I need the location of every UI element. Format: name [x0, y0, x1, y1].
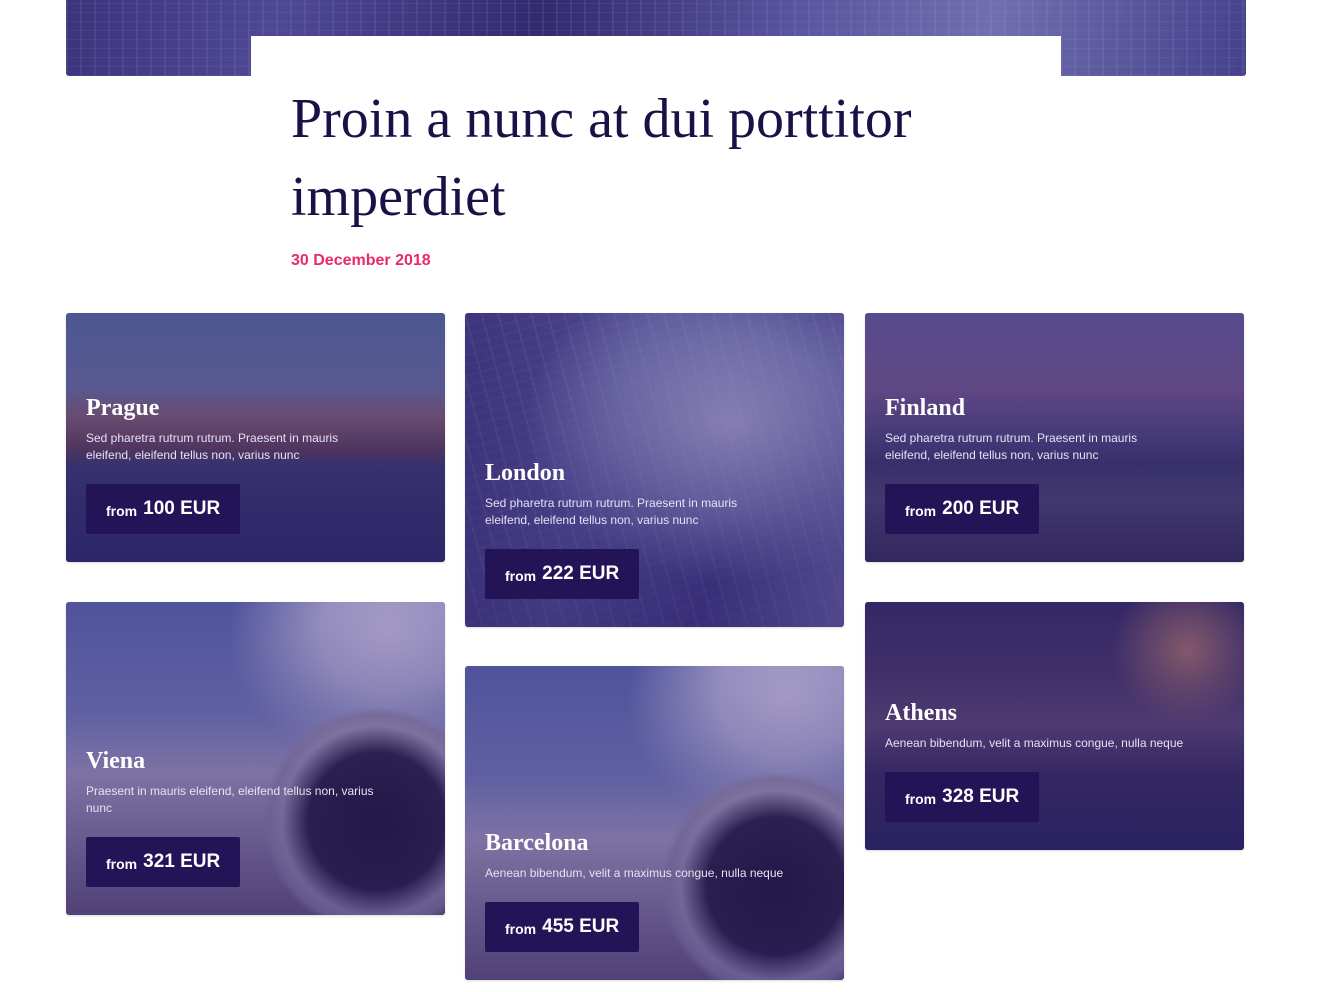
price-value: 100 EUR	[143, 498, 221, 519]
price-value: 328 EUR	[942, 786, 1020, 807]
post-date: 30 December 2018	[291, 252, 431, 269]
price-from-label: from	[106, 855, 138, 872]
card-content: Viena Praesent in mauris eleifend, eleif…	[86, 747, 425, 887]
destination-card-viena[interactable]: Viena Praesent in mauris eleifend, eleif…	[66, 602, 445, 915]
price-value: 455 EUR	[542, 916, 620, 937]
price-button[interactable]: from 100 EUR	[86, 484, 241, 534]
card-city: Prague	[86, 395, 160, 421]
price-from-label: from	[505, 567, 537, 584]
card-city: Barcelona	[485, 830, 589, 856]
card-description: Sed pharetra rutrum rutrum. Praesent in …	[485, 496, 738, 527]
card-description: Praesent in mauris eleifend, eleifend te…	[86, 784, 374, 815]
price-button[interactable]: from 222 EUR	[485, 549, 640, 599]
price-button[interactable]: from 200 EUR	[885, 484, 1040, 534]
card-description: Aenean bibendum, velit a maximus congue,…	[885, 736, 1184, 750]
price-button[interactable]: from 321 EUR	[86, 837, 241, 887]
card-content: Prague Sed pharetra rutrum rutrum. Praes…	[86, 394, 425, 534]
price-button[interactable]: from 455 EUR	[485, 902, 640, 952]
destination-card-london[interactable]: London Sed pharetra rutrum rutrum. Praes…	[465, 313, 844, 627]
price-button[interactable]: from 328 EUR	[885, 772, 1040, 822]
card-city: Viena	[86, 748, 146, 774]
price-value: 321 EUR	[143, 851, 221, 872]
destination-card-barcelona[interactable]: Barcelona Aenean bibendum, velit a maxim…	[465, 666, 844, 980]
card-content: Athens Aenean bibendum, velit a maximus …	[885, 699, 1224, 822]
card-city: Finland	[885, 395, 966, 421]
price-value: 200 EUR	[942, 498, 1020, 519]
card-content: Finland Sed pharetra rutrum rutrum. Prae…	[885, 394, 1224, 534]
price-from-label: from	[106, 502, 138, 519]
card-city: Athens	[885, 700, 958, 726]
page-title: Proin a nunc at dui porttitor imperdiet	[291, 88, 912, 228]
card-description: Sed pharetra rutrum rutrum. Praesent in …	[885, 431, 1138, 462]
price-from-label: from	[905, 790, 937, 807]
destination-card-finland[interactable]: Finland Sed pharetra rutrum rutrum. Prae…	[865, 313, 1244, 562]
card-content: London Sed pharetra rutrum rutrum. Praes…	[485, 459, 824, 599]
destination-card-athens[interactable]: Athens Aenean bibendum, velit a maximus …	[865, 602, 1244, 850]
price-value: 222 EUR	[542, 563, 620, 584]
card-description: Sed pharetra rutrum rutrum. Praesent in …	[86, 431, 339, 462]
price-from-label: from	[505, 920, 537, 937]
card-description: Aenean bibendum, velit a maximus congue,…	[485, 866, 784, 880]
card-city: London	[485, 460, 566, 486]
price-from-label: from	[905, 502, 937, 519]
destination-card-prague[interactable]: Prague Sed pharetra rutrum rutrum. Praes…	[66, 313, 445, 562]
card-content: Barcelona Aenean bibendum, velit a maxim…	[485, 829, 824, 952]
